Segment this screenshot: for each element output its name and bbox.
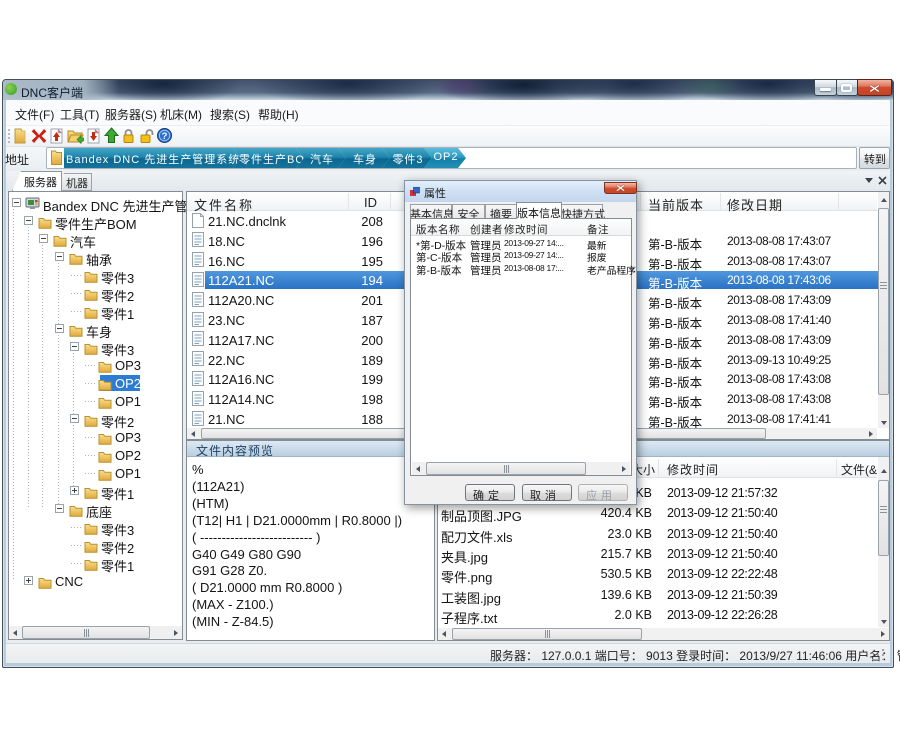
- svg-text:?: ?: [162, 131, 168, 142]
